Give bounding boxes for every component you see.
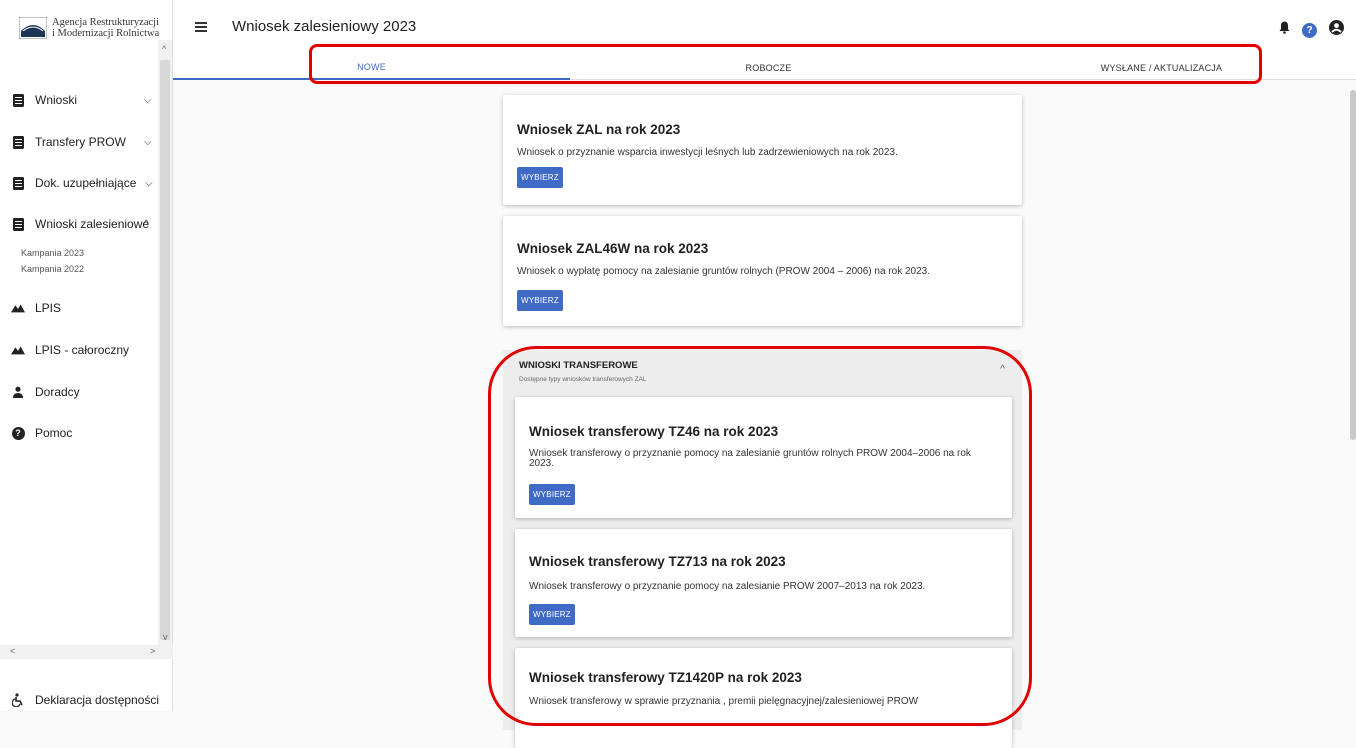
account-icon[interactable] xyxy=(1329,20,1344,40)
sidebar-item-label: Deklaracja dostępności xyxy=(35,693,160,707)
document-icon xyxy=(11,176,25,190)
card-description: Wniosek o przyznanie wsparcia inwestycji… xyxy=(517,147,898,158)
sidebar-subitem-kampania-2022[interactable]: Kampania 2022 xyxy=(21,264,84,274)
document-icon xyxy=(11,93,25,107)
chevron-up-icon: ^ xyxy=(144,218,149,230)
select-button[interactable]: WYBIERZ xyxy=(517,167,563,188)
help-icon: ? xyxy=(11,426,25,440)
sidebar-item-lpis-caloroczny[interactable]: LPIS - całoroczny xyxy=(0,334,159,366)
chevron-down-icon: ⌵ xyxy=(145,177,153,189)
document-icon xyxy=(11,217,25,231)
sidebar-item-label: Pomoc xyxy=(35,426,73,440)
sidebar-item-label: Wnioski xyxy=(35,93,78,107)
sidebar-item-transfery-prow[interactable]: Transfery PROW ⌵ xyxy=(0,126,159,158)
logo-line1: Agencja Restrukturyzacji xyxy=(52,17,159,28)
scroll-left-icon[interactable]: < xyxy=(10,646,15,656)
chevron-down-icon: ⌵ xyxy=(144,94,152,106)
sidebar: Agencja Restrukturyzacji i Modernizacji … xyxy=(0,0,173,711)
scroll-up-icon[interactable]: ^ xyxy=(162,44,166,54)
main-scrollbar[interactable] xyxy=(1350,90,1356,440)
mountain-icon xyxy=(11,343,25,357)
sidebar-item-dok-uzupelniajace[interactable]: Dok. uzupełniające ⌵ xyxy=(0,167,159,199)
logo-line2: i Modernizacji Rolnictwa xyxy=(52,28,160,39)
transfer-panel-highlight-annotation xyxy=(488,346,1032,726)
card-zal: Wniosek ZAL na rok 2023 Wniosek o przyzn… xyxy=(503,95,1022,205)
scroll-down-icon[interactable]: v xyxy=(163,632,168,642)
sidebar-subitem-kampania-2023[interactable]: Kampania 2023 xyxy=(21,248,84,258)
sidebar-item-wnioski-zalesieniowe[interactable]: Wnioski zalesieniowe ^ xyxy=(0,208,159,240)
arimr-logo[interactable]: Agencja Restrukturyzacji i Modernizacji … xyxy=(19,17,159,39)
sidebar-item-label: LPIS xyxy=(35,301,62,315)
sidebar-item-label: Wnioski zalesieniowe xyxy=(35,217,150,231)
sidebar-item-label: Transfery PROW xyxy=(35,135,126,149)
sidebar-hscrollbar[interactable] xyxy=(0,645,173,659)
sidebar-item-label: LPIS - całoroczny xyxy=(35,343,130,357)
arimr-logo-icon xyxy=(19,17,47,39)
help-icon[interactable]: ? xyxy=(1302,22,1317,38)
bell-icon[interactable] xyxy=(1279,21,1290,39)
card-description: Wniosek o wypłatę pomocy na zalesianie g… xyxy=(517,266,930,277)
sidebar-item-deklaracja-dostepnosci[interactable]: Deklaracja dostępności xyxy=(0,684,159,716)
select-button[interactable]: WYBIERZ xyxy=(517,290,563,311)
mountain-icon xyxy=(11,301,25,315)
sidebar-scrollbar[interactable] xyxy=(158,40,172,645)
card-title: Wniosek ZAL46W na rok 2023 xyxy=(517,241,709,256)
accessibility-icon xyxy=(11,693,25,707)
card-title: Wniosek ZAL na rok 2023 xyxy=(517,122,681,137)
scroll-right-icon[interactable]: > xyxy=(150,646,155,656)
person-icon xyxy=(11,385,25,399)
card-zal46w: Wniosek ZAL46W na rok 2023 Wniosek o wyp… xyxy=(503,216,1022,326)
document-icon xyxy=(11,135,25,149)
sidebar-item-pomoc[interactable]: ? Pomoc xyxy=(0,417,159,449)
page-title: Wniosek zalesieniowy 2023 xyxy=(232,18,417,35)
sidebar-item-label: Dok. uzupełniające xyxy=(35,176,137,190)
chevron-down-icon: ⌵ xyxy=(144,136,152,148)
tabs-highlight-annotation xyxy=(309,44,1262,84)
sidebar-item-label: Doradcy xyxy=(35,385,80,399)
sidebar-item-wnioski[interactable]: Wnioski ⌵ xyxy=(0,84,159,116)
menu-icon[interactable] xyxy=(195,22,207,32)
sidebar-item-lpis[interactable]: LPIS xyxy=(0,292,159,324)
sidebar-item-doradcy[interactable]: Doradcy xyxy=(0,376,159,408)
